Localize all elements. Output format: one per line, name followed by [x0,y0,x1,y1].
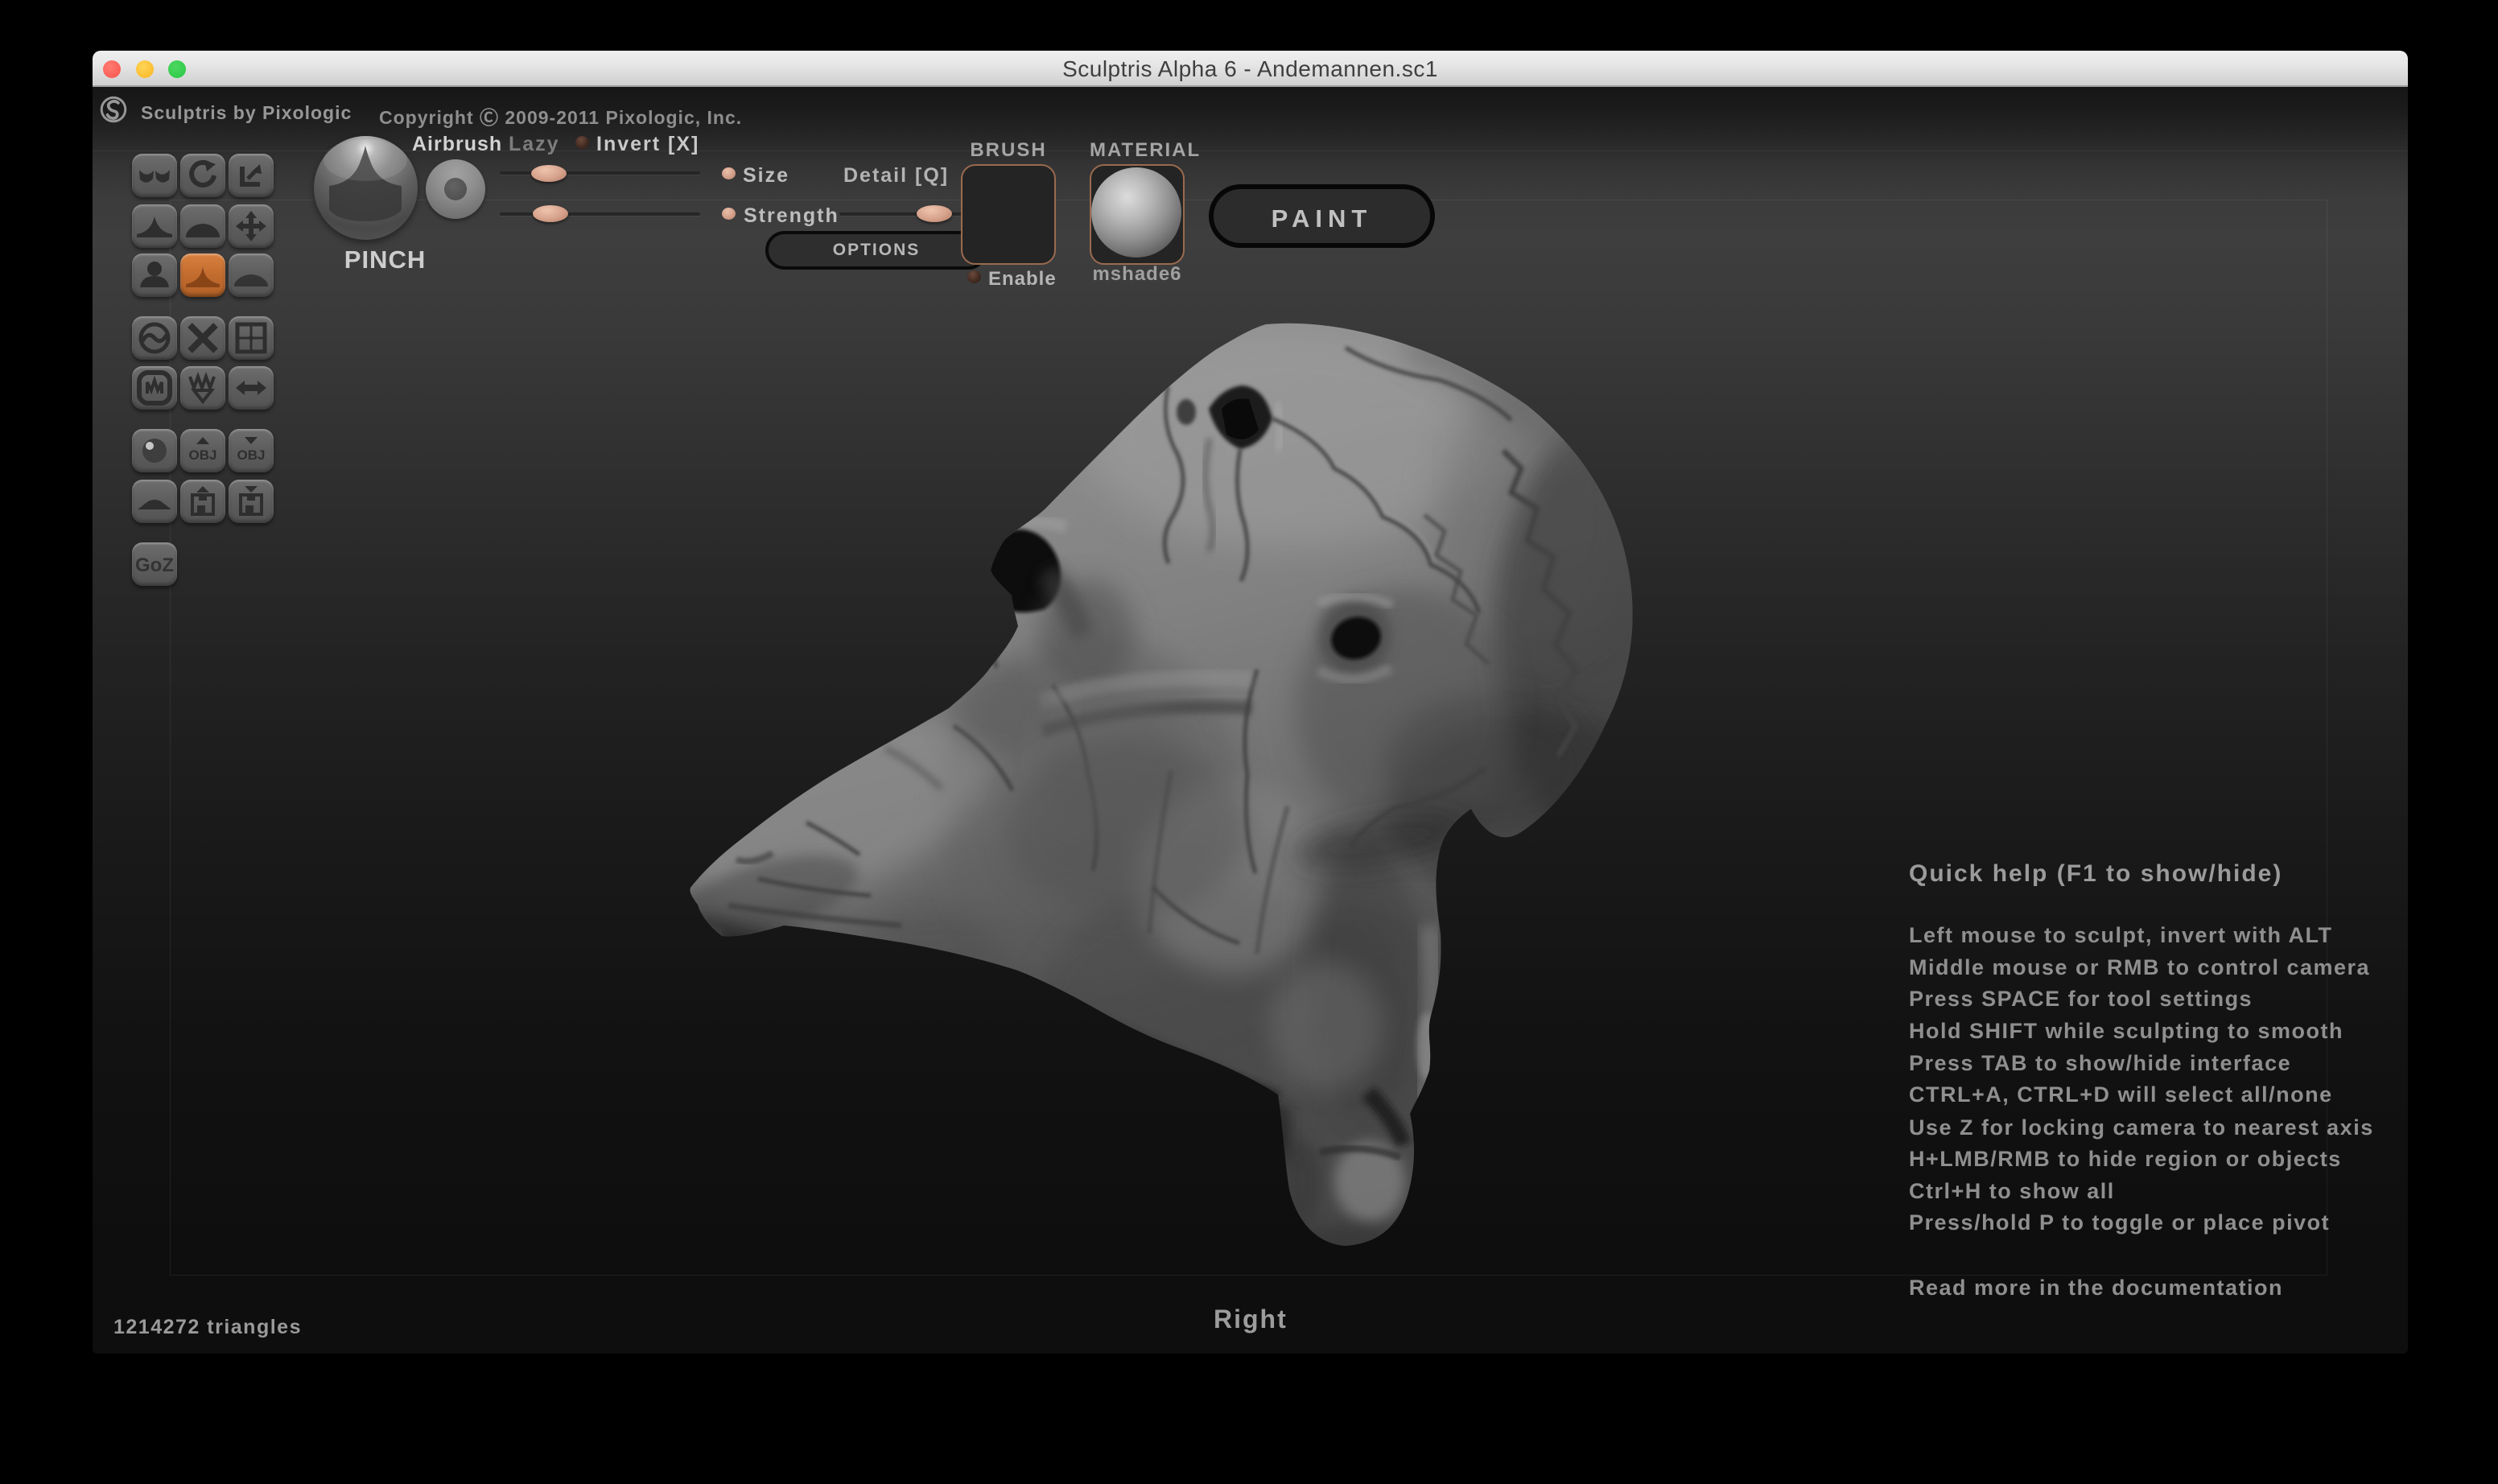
svg-text:OBJ: OBJ [237,447,266,463]
svg-text:OBJ: OBJ [189,447,217,463]
svg-text:GoZ: GoZ [135,554,174,576]
